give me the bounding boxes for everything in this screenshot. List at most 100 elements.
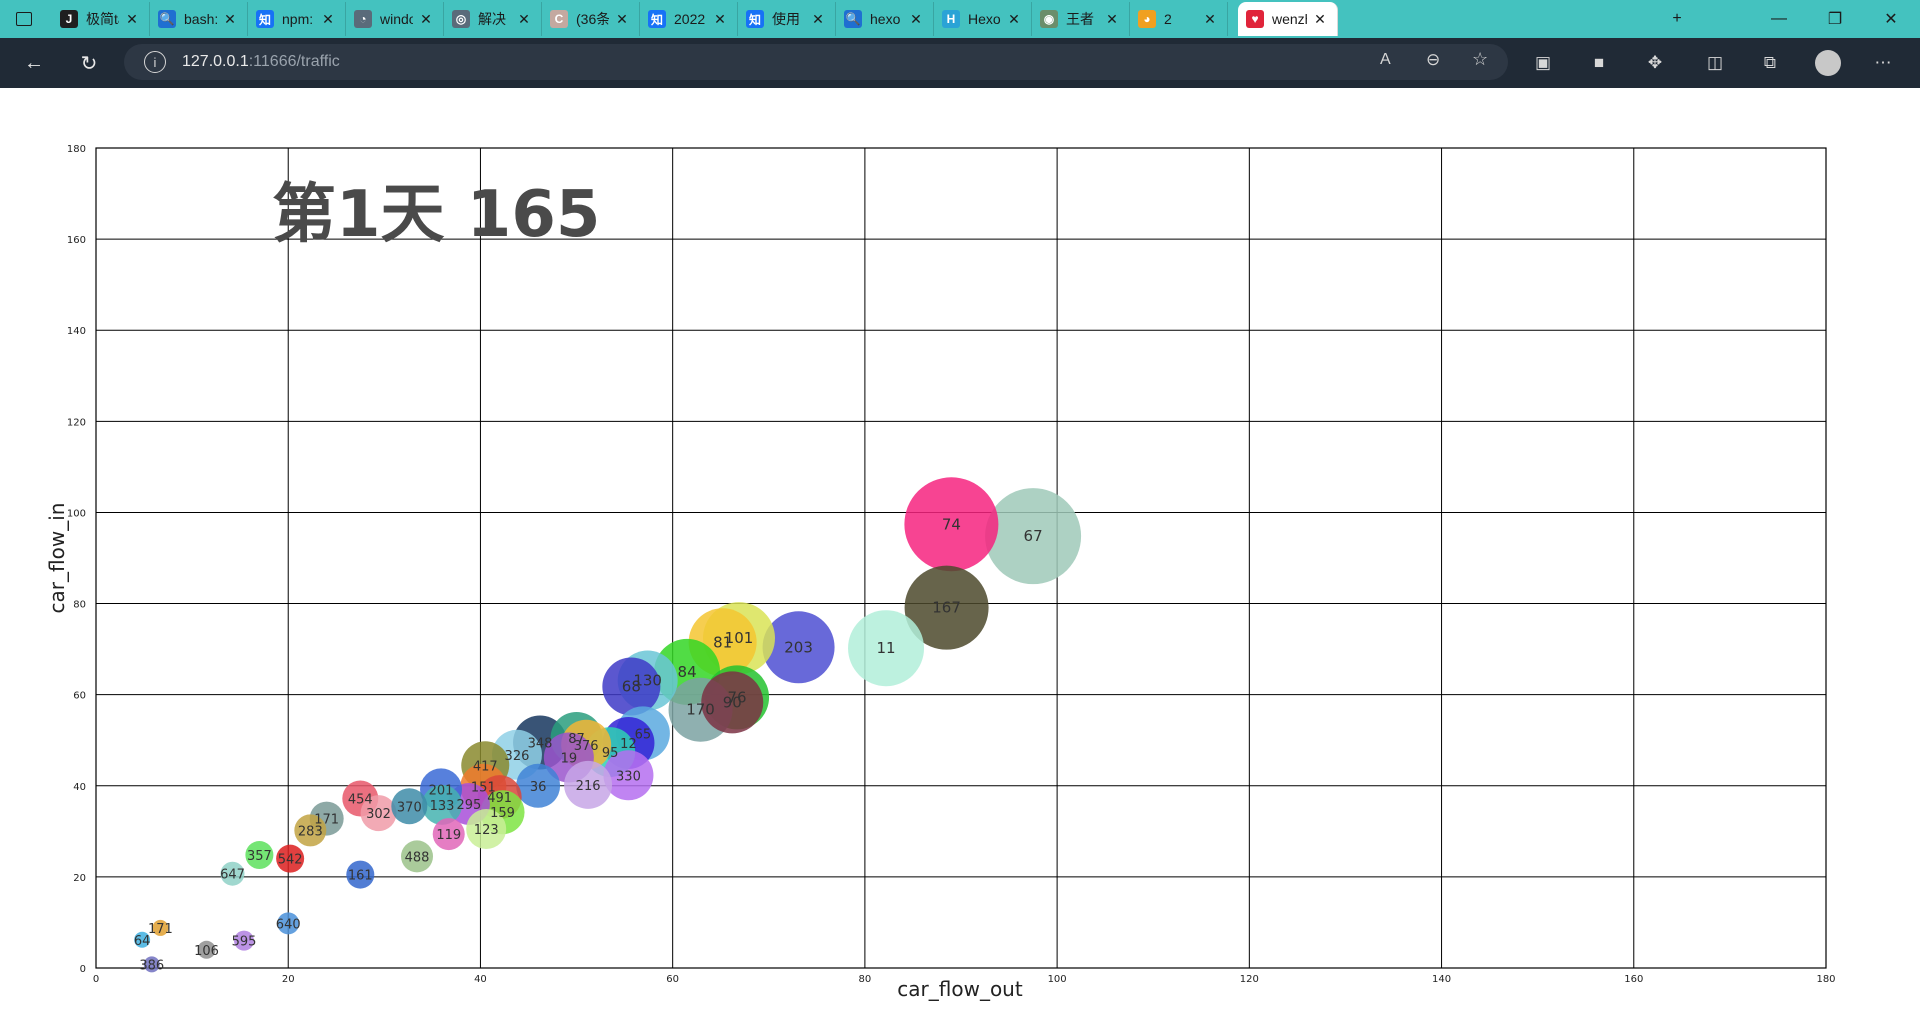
browser-tab[interactable]: ♥ wenzh✕ [1238,2,1338,36]
close-tab-icon[interactable]: ✕ [907,11,925,28]
new-tab-button[interactable]: + [1648,0,1706,38]
url-field[interactable]: i 127.0.0.1:11666/traffic A ⊖ ☆ [124,44,1508,80]
back-arrow-icon: ← [24,51,44,74]
browser-tab[interactable]: C (36条 ✕ [542,2,640,36]
close-tab-icon[interactable]: ✕ [1311,11,1329,28]
zoom-out-icon[interactable]: ⊖ [1426,50,1440,70]
browser-tab[interactable]: ◎ 解决 E✕ [444,2,542,36]
restore-icon: ❐ [1827,11,1843,28]
tab-title: wenzh [1272,11,1307,27]
bubble-label: 84 [678,663,697,681]
minimize-button[interactable]: — [1750,0,1808,38]
close-window-button[interactable]: ✕ [1862,0,1920,38]
bubble-label: 370 [397,800,422,815]
settings-menu-icon[interactable]: ⋯ [1868,48,1898,78]
back-button[interactable]: ← [17,46,51,80]
heart-icon: ♥ [1246,10,1264,28]
x-tick-label: 40 [474,974,487,985]
tab-title: Hexo [968,11,1001,27]
bubble-label: 216 [576,779,601,794]
bubble-label: 123 [474,823,499,838]
search-icon: 🔍 [158,10,176,28]
close-tab-icon[interactable]: ✕ [515,11,533,28]
extensions-puzzle-icon[interactable]: ✥ [1640,48,1670,78]
bubble-label: 201 [429,783,454,798]
bubble-label: 295 [456,798,481,813]
minimize-icon: — [1771,10,1787,27]
bubble-label: 87 [568,732,585,747]
extension-icon[interactable]: ▣ [1528,48,1558,78]
zhihu-icon: 知 [746,10,764,28]
favorite-icon[interactable]: ☆ [1472,49,1488,70]
close-tab-icon[interactable]: ✕ [319,11,337,28]
browser-tab[interactable]: H Hexo ✕ [934,2,1032,36]
bubble-label: 542 [278,853,303,868]
x-tick-label: 20 [282,974,295,985]
browser-tab[interactable]: J 极简ta✕ [52,2,150,36]
bubble-label: 68 [622,677,641,695]
bubble-label: 11 [876,639,895,657]
close-tab-icon[interactable]: ✕ [1005,11,1023,28]
close-tab-icon[interactable]: ✕ [417,11,435,28]
csdn-icon: C [550,10,568,28]
close-tab-icon[interactable]: ✕ [1103,11,1121,28]
site-info-icon[interactable]: i [144,51,166,73]
tab-actions-button[interactable] [0,2,48,36]
y-tick-label: 40 [73,782,86,793]
collections-icon[interactable]: ⧉ [1755,48,1785,78]
browser-tab[interactable]: ◕ 2 ✕ [1130,2,1228,36]
zhihu-icon: 知 [256,10,274,28]
search-icon: 🔍 [844,10,862,28]
bubble-layer [134,477,1082,973]
profile-avatar-icon[interactable] [1813,48,1843,78]
x-tick-label: 140 [1432,974,1451,985]
close-tab-icon[interactable]: ✕ [613,11,631,28]
site-icon: ◉ [1040,10,1058,28]
browser-tab[interactable]: ◔ windo ✕ [346,2,444,36]
bubble-label-layer: 6774167112031018184769017013068651295330… [134,515,1043,973]
bubble-label: 64 [134,934,151,949]
y-tick-label: 180 [67,144,86,155]
bubble-label: 330 [616,769,641,784]
bubble-label: 357 [247,849,272,864]
hexo-icon: H [942,10,960,28]
y-tick-label: 80 [73,600,86,611]
y-axis-label: car_flow_in [45,503,69,614]
extension-l-icon[interactable]: ■ [1584,48,1614,78]
close-tab-icon[interactable]: ✕ [1201,11,1219,28]
tab-title: bash: [184,11,217,27]
bubble-label: 106 [194,944,219,959]
y-tick-label: 160 [67,235,86,246]
restore-button[interactable]: ❐ [1806,0,1864,38]
site-icon: ◎ [452,10,470,28]
tab-title: windo [380,11,413,27]
close-tab-icon[interactable]: ✕ [123,11,141,28]
browser-tab[interactable]: ◉ 王者 ✕ [1032,2,1130,36]
bubble-label: 386 [139,958,164,973]
y-tick-label: 140 [67,326,86,337]
tab-title: 解决 E [478,11,511,27]
split-screen-icon[interactable]: ◫ [1700,48,1730,78]
browser-tab[interactable]: 知使用 ✕ [738,2,836,36]
bubble-label: 647 [220,868,245,883]
x-tick-label: 180 [1816,974,1835,985]
close-tab-icon[interactable]: ✕ [711,11,729,28]
chart-title: 第1天 165 [272,178,600,252]
browser-tab[interactable]: 🔍 hexo ✕ [836,2,934,36]
refresh-icon: ↻ [80,52,98,75]
refresh-button[interactable]: ↻ [72,46,106,80]
tab-title: (36条 [576,11,609,27]
browser-tab[interactable]: 🔍 bash: ✕ [150,2,248,36]
x-tick-label: 80 [859,974,872,985]
y-axis-ticks: 0 20 40 60 80 100 120 140 160 180 [67,144,86,975]
close-tab-icon[interactable]: ✕ [221,11,239,28]
audio-icon: ◕ [1138,10,1156,28]
browser-tab[interactable]: 知 npm: ✕ [248,2,346,36]
read-aloud-icon[interactable]: A [1380,51,1391,69]
browser-tab[interactable]: 知 2022 ✕ [640,2,738,36]
tab-title: 2022 [674,11,706,27]
bubble-label: 302 [366,807,391,822]
x-axis-label: car_flow_out [897,977,1023,1001]
site-icon: ◔ [354,10,372,28]
close-tab-icon[interactable]: ✕ [809,11,827,28]
